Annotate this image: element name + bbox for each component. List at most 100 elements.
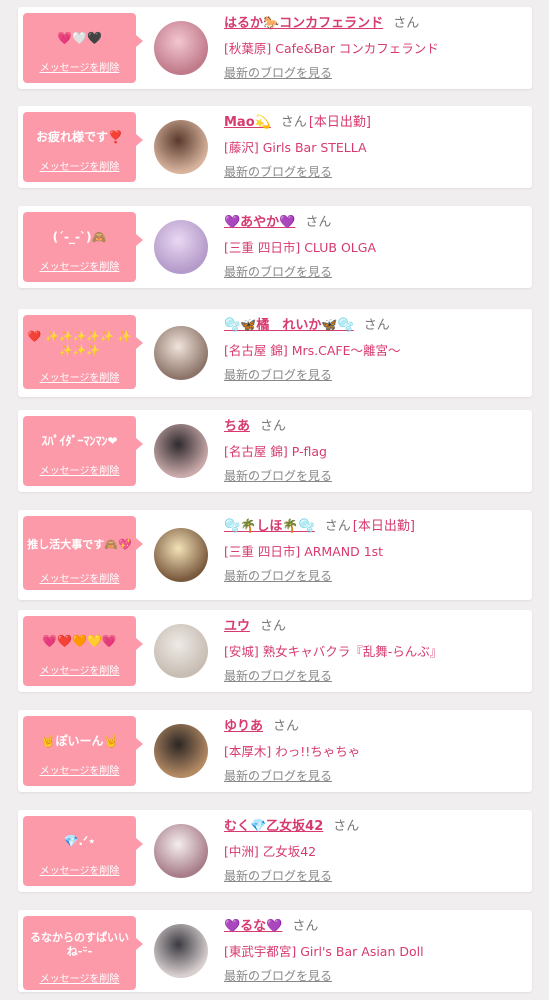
message-card: 💎.ᐟ‪‪⋆ メッセージを削除 むく💎乙女坂42 さん [中洲] 乙女坂42 最新のブログ…: [18, 810, 532, 892]
name-line: ちあ さん: [224, 415, 526, 434]
message-text: ❤️ ✨✨✨✨✨ ✨✨✨✨: [27, 330, 132, 357]
honorific-label: さん: [260, 419, 287, 434]
latest-blog-link[interactable]: 最新のブログを見る: [224, 263, 332, 280]
shop-name: [藤沢] Girls Bar STELLA: [224, 140, 367, 155]
avatar[interactable]: [154, 724, 208, 778]
message-text: (´-_-`)🙈: [52, 230, 107, 244]
message-bubble: ❤️ ✨✨✨✨✨ ✨✨✨✨ メッセージを削除: [23, 315, 143, 389]
delete-message-link[interactable]: メッセージを削除: [26, 158, 133, 173]
honorific-label: さん: [363, 318, 390, 333]
cast-name-link[interactable]: 💜るな💜: [224, 919, 282, 934]
shop-name: [三重 四日市] CLUB OLGA: [224, 240, 377, 255]
name-line: 💜あやか💜 さん: [224, 211, 526, 230]
message-bubble: (´-_-`)🙈 メッセージを削除: [23, 212, 143, 282]
latest-blog-link[interactable]: 最新のブログを見る: [224, 667, 332, 684]
avatar[interactable]: [154, 220, 208, 274]
message-text: お疲れ様です❣️: [36, 130, 123, 144]
latest-blog-link[interactable]: 最新のブログを見る: [224, 467, 332, 484]
cast-name-link[interactable]: 🫧🦋橘 れいか🦋🫧: [224, 318, 354, 333]
cast-name-link[interactable]: 💜あやか💜: [224, 215, 295, 230]
latest-blog-link[interactable]: 最新のブログを見る: [224, 867, 332, 884]
attendance-badge: [本日出勤]: [352, 519, 415, 534]
avatar[interactable]: [154, 824, 208, 878]
name-line: Mao💫 さん [本日出勤]: [224, 111, 526, 130]
message-card: お疲れ様です❣️ メッセージを削除 Mao💫 さん [本日出勤] [藤沢] Girls B…: [18, 106, 532, 188]
cast-name-link[interactable]: ゆりあ: [224, 719, 263, 734]
cast-info: はるか🐎コンカフェランド さん [秋葉原] Cafe&Bar コンカフェランド 最新の…: [224, 7, 526, 81]
message-card: (´-_-`)🙈 メッセージを削除 💜あやか💜 さん [三重 四日市] CLUB OLG…: [18, 206, 532, 288]
avatar[interactable]: [154, 326, 208, 380]
cast-info: 🫧🌴しほ🌴🫧 さん [本日出勤] [三重 四日市] ARMAND 1st 最新のブログを…: [224, 510, 526, 584]
name-line: はるか🐎コンカフェランド さん: [224, 12, 526, 31]
latest-blog-link[interactable]: 最新のブログを見る: [224, 567, 332, 584]
message-card: ｽﾊﾟｲﾀﾞｰﾏﾝﾏﾝ❤︎ メッセージを削除 ちあ さん [名古屋 錦] P-flag 最…: [18, 410, 532, 492]
shop-name: [中洲] 乙女坂42: [224, 844, 317, 859]
name-line: 🫧🌴しほ🌴🫧 さん [本日出勤]: [224, 515, 526, 534]
shop-name: [東武宇都宮] Girl's Bar Asian Doll: [224, 944, 424, 959]
name-line: 🫧🦋橘 れいか🦋🫧 さん: [224, 314, 526, 333]
latest-blog-link[interactable]: 最新のブログを見る: [224, 366, 332, 383]
latest-blog-link[interactable]: 最新のブログを見る: [224, 967, 332, 984]
latest-blog-link[interactable]: 最新のブログを見る: [224, 64, 332, 81]
message-list: 💗🤍🖤 メッセージを削除 はるか🐎コンカフェランド さん [秋葉原] Cafe&Bar …: [0, 0, 549, 1000]
shop-name: [安城] 熟女キャバクラ『乱舞-らんぶ』: [224, 644, 443, 659]
delete-message-link[interactable]: メッセージを削除: [26, 970, 133, 985]
delete-message-link[interactable]: メッセージを削除: [26, 862, 133, 877]
cast-name-link[interactable]: Mao💫: [224, 115, 271, 130]
message-bubble: 💗🤍🖤 メッセージを削除: [23, 13, 143, 83]
name-line: ゆりあ さん: [224, 715, 526, 734]
name-line: ユウ さん: [224, 615, 526, 634]
message-bubble: 推し活大事です🙈💖 メッセージを削除: [23, 516, 143, 590]
latest-blog-link[interactable]: 最新のブログを見る: [224, 163, 332, 180]
message-bubble: 🤘ぽいーん🤘 メッセージを削除: [23, 716, 143, 786]
honorific-label: さん: [393, 16, 420, 31]
shop-name: [名古屋 錦] P-flag: [224, 444, 327, 459]
delete-message-link[interactable]: メッセージを削除: [26, 762, 133, 777]
delete-message-link[interactable]: メッセージを削除: [26, 258, 133, 273]
honorific-label: さん: [280, 115, 307, 130]
honorific-label: さん: [273, 719, 300, 734]
message-text: るなからのすぱいいね-ᵕ̈-: [30, 931, 129, 958]
shop-name: [本厚木] わっ!!ちゃちゃ: [224, 744, 361, 759]
message-text: 💗❤️🧡💛💗: [42, 634, 117, 648]
message-text: 推し活大事です🙈💖: [27, 538, 132, 551]
avatar[interactable]: [154, 624, 208, 678]
message-card: 💗❤️🧡💛💗 メッセージを削除 ユウ さん [安城] 熟女キャバクラ『乱舞-らんぶ』 最新…: [18, 610, 532, 692]
message-card: 💗🤍🖤 メッセージを削除 はるか🐎コンカフェランド さん [秋葉原] Cafe&Bar …: [18, 7, 532, 89]
honorific-label: さん: [292, 919, 319, 934]
honorific-label: さん: [324, 519, 351, 534]
message-text: 🤘ぽいーん🤘: [40, 734, 119, 748]
cast-info: むく💎乙女坂42 さん [中洲] 乙女坂42 最新のブログを見る: [224, 810, 526, 884]
message-bubble: 💗❤️🧡💛💗 メッセージを削除: [23, 616, 143, 686]
avatar[interactable]: [154, 21, 208, 75]
cast-name-link[interactable]: 🫧🌴しほ🌴🫧: [224, 519, 315, 534]
avatar[interactable]: [154, 120, 208, 174]
cast-name-link[interactable]: むく💎乙女坂42: [224, 819, 323, 834]
cast-name-link[interactable]: ちあ: [224, 419, 250, 434]
cast-name-link[interactable]: ユウ: [224, 619, 250, 634]
cast-info: ユウ さん [安城] 熟女キャバクラ『乱舞-らんぶ』 最新のブログを見る: [224, 610, 526, 684]
cast-info: 💜あやか💜 さん [三重 四日市] CLUB OLGA 最新のブログを見る: [224, 206, 526, 280]
avatar[interactable]: [154, 924, 208, 978]
attendance-badge: [本日出勤]: [308, 115, 371, 130]
name-line: むく💎乙女坂42 さん: [224, 815, 526, 834]
latest-blog-link[interactable]: 最新のブログを見る: [224, 767, 332, 784]
avatar[interactable]: [154, 424, 208, 478]
shop-name: [三重 四日市] ARMAND 1st: [224, 544, 384, 559]
message-bubble: るなからのすぱいいね-ᵕ̈- メッセージを削除: [23, 916, 143, 990]
name-line: 💜るな💜 さん: [224, 915, 526, 934]
delete-message-link[interactable]: メッセージを削除: [26, 462, 133, 477]
delete-message-link[interactable]: メッセージを削除: [26, 59, 133, 74]
honorific-label: さん: [305, 215, 332, 230]
cast-name-link[interactable]: はるか🐎コンカフェランド: [224, 16, 383, 31]
avatar[interactable]: [154, 528, 208, 582]
message-bubble: 💎.ᐟ‪‪⋆ メッセージを削除: [23, 816, 143, 886]
honorific-label: さん: [260, 619, 287, 634]
message-bubble: ｽﾊﾟｲﾀﾞｰﾏﾝﾏﾝ❤︎ メッセージを削除: [23, 416, 143, 486]
delete-message-link[interactable]: メッセージを削除: [26, 369, 133, 384]
cast-info: ゆりあ さん [本厚木] わっ!!ちゃちゃ 最新のブログを見る: [224, 710, 526, 784]
delete-message-link[interactable]: メッセージを削除: [26, 662, 133, 677]
message-text: ｽﾊﾟｲﾀﾞｰﾏﾝﾏﾝ❤︎: [41, 434, 118, 448]
delete-message-link[interactable]: メッセージを削除: [26, 570, 133, 585]
message-text: 💎.ᐟ‪‪⋆: [63, 834, 96, 848]
